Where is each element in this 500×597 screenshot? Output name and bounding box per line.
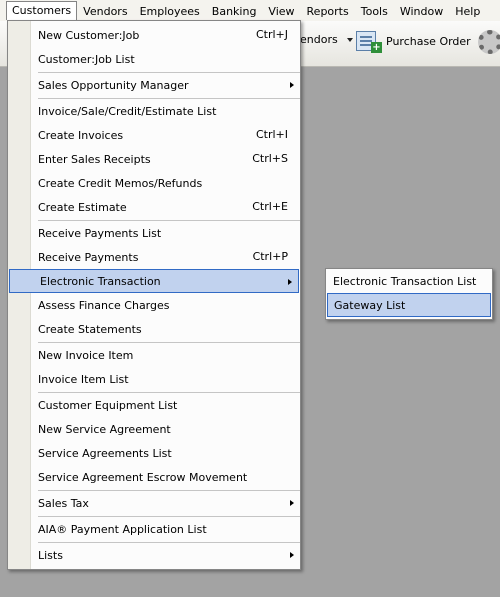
menu-customers[interactable]: Customers: [6, 1, 78, 20]
menu-item-service-agreements-list[interactable]: Service Agreements List: [8, 441, 300, 465]
menu-item-sales-opportunity-manager[interactable]: Sales Opportunity Manager: [8, 73, 300, 97]
menu-item-new-service-agreement[interactable]: New Service Agreement: [8, 417, 300, 441]
gear-icon[interactable]: [478, 30, 500, 54]
menu-item-customer-job-list[interactable]: Customer:Job List: [8, 47, 300, 71]
submenu-arrow-icon: [290, 82, 294, 88]
menu-reports[interactable]: Reports: [301, 2, 355, 20]
electronic-transaction-submenu: Electronic Transaction List Gateway List: [325, 268, 493, 320]
submenu-arrow-icon: [290, 552, 294, 558]
menu-item-create-credit-memos[interactable]: Create Credit Memos/Refunds: [8, 171, 300, 195]
menu-item-receive-payments-list[interactable]: Receive Payments List: [8, 221, 300, 245]
menu-item-receive-payments[interactable]: Receive Payments Ctrl+P: [8, 245, 300, 269]
menu-item-create-statements[interactable]: Create Statements: [8, 317, 300, 341]
submenu-item-electronic-transaction-list[interactable]: Electronic Transaction List: [326, 269, 492, 293]
menu-item-label: Customer:Job List: [38, 52, 135, 66]
menu-view[interactable]: View: [262, 2, 300, 20]
menu-item-invoice-item-list[interactable]: Invoice Item List: [8, 367, 300, 391]
menu-item-label: Invoice Item List: [38, 372, 129, 386]
customers-menu: New Customer:Job Ctrl+J Customer:Job Lis…: [7, 20, 301, 570]
menu-item-label: Service Agreement Escrow Movement: [38, 470, 248, 484]
menu-item-label: Lists: [38, 548, 63, 562]
submenu-item-gateway-list[interactable]: Gateway List: [327, 293, 491, 317]
shortcut-label: Ctrl+J: [255, 28, 288, 41]
menu-item-label: Service Agreements List: [38, 446, 172, 460]
menu-item-create-invoices[interactable]: Create Invoices Ctrl+I: [8, 123, 300, 147]
menu-item-create-estimate[interactable]: Create Estimate Ctrl+E: [8, 195, 300, 219]
menu-item-electronic-transaction[interactable]: Electronic Transaction: [9, 269, 299, 293]
menu-item-label: Electronic Transaction: [40, 274, 161, 288]
menu-item-lists[interactable]: Lists: [8, 543, 300, 567]
menu-item-customer-equipment-list[interactable]: Customer Equipment List: [8, 393, 300, 417]
menu-employees[interactable]: Employees: [134, 2, 206, 20]
menu-item-label: Invoice/Sale/Credit/Estimate List: [38, 104, 217, 118]
menu-item-label: Electronic Transaction List: [333, 274, 477, 288]
menu-item-new-invoice-item[interactable]: New Invoice Item: [8, 343, 300, 367]
menu-vendors[interactable]: Vendors: [77, 2, 133, 20]
menu-item-label: New Service Agreement: [38, 422, 171, 436]
shortcut-label: Ctrl+P: [252, 250, 288, 263]
menu-item-label: Create Statements: [38, 322, 142, 336]
menu-item-label: Sales Tax: [38, 496, 89, 510]
menu-item-invoice-list[interactable]: Invoice/Sale/Credit/Estimate List: [8, 99, 300, 123]
purchase-order-toolbar-button[interactable]: + Purchase Order: [354, 29, 486, 53]
submenu-arrow-icon: [290, 500, 294, 506]
menu-item-enter-sales-receipts[interactable]: Enter Sales Receipts Ctrl+S: [8, 147, 300, 171]
shortcut-label: Ctrl+I: [255, 128, 288, 141]
purchase-order-label: Purchase Order: [386, 34, 471, 48]
vendors-toolbar-label: endors: [300, 33, 338, 46]
menu-item-new-customer-job[interactable]: New Customer:Job Ctrl+J: [8, 23, 300, 47]
menu-bar: Customers Vendors Employees Banking View…: [0, 0, 500, 21]
menu-item-label: AIA® Payment Application List: [38, 522, 207, 536]
purchase-order-icon: +: [354, 29, 382, 53]
vendors-toolbar-button[interactable]: endors: [300, 33, 353, 46]
menu-item-label: Sales Opportunity Manager: [38, 78, 189, 92]
menu-item-label: Gateway List: [334, 298, 406, 312]
menu-item-sales-tax[interactable]: Sales Tax: [8, 491, 300, 515]
menu-item-service-agreement-escrow[interactable]: Service Agreement Escrow Movement: [8, 465, 300, 489]
menu-item-label: Assess Finance Charges: [38, 298, 170, 312]
submenu-arrow-icon: [288, 279, 292, 285]
menu-item-label: New Invoice Item: [38, 348, 134, 362]
menu-window[interactable]: Window: [394, 2, 449, 20]
menu-banking[interactable]: Banking: [206, 2, 263, 20]
menu-item-assess-finance-charges[interactable]: Assess Finance Charges: [8, 293, 300, 317]
menu-item-label: Receive Payments List: [38, 226, 162, 240]
shortcut-label: Ctrl+S: [252, 152, 288, 165]
menu-item-label: Customer Equipment List: [38, 398, 178, 412]
menu-item-label: Create Credit Memos/Refunds: [38, 176, 203, 190]
menu-help[interactable]: Help: [449, 2, 486, 20]
menu-item-aia-payment-application-list[interactable]: AIA® Payment Application List: [8, 517, 300, 541]
menu-tools[interactable]: Tools: [355, 2, 394, 20]
chevron-down-icon: [346, 37, 353, 42]
shortcut-label: Ctrl+E: [252, 200, 288, 213]
